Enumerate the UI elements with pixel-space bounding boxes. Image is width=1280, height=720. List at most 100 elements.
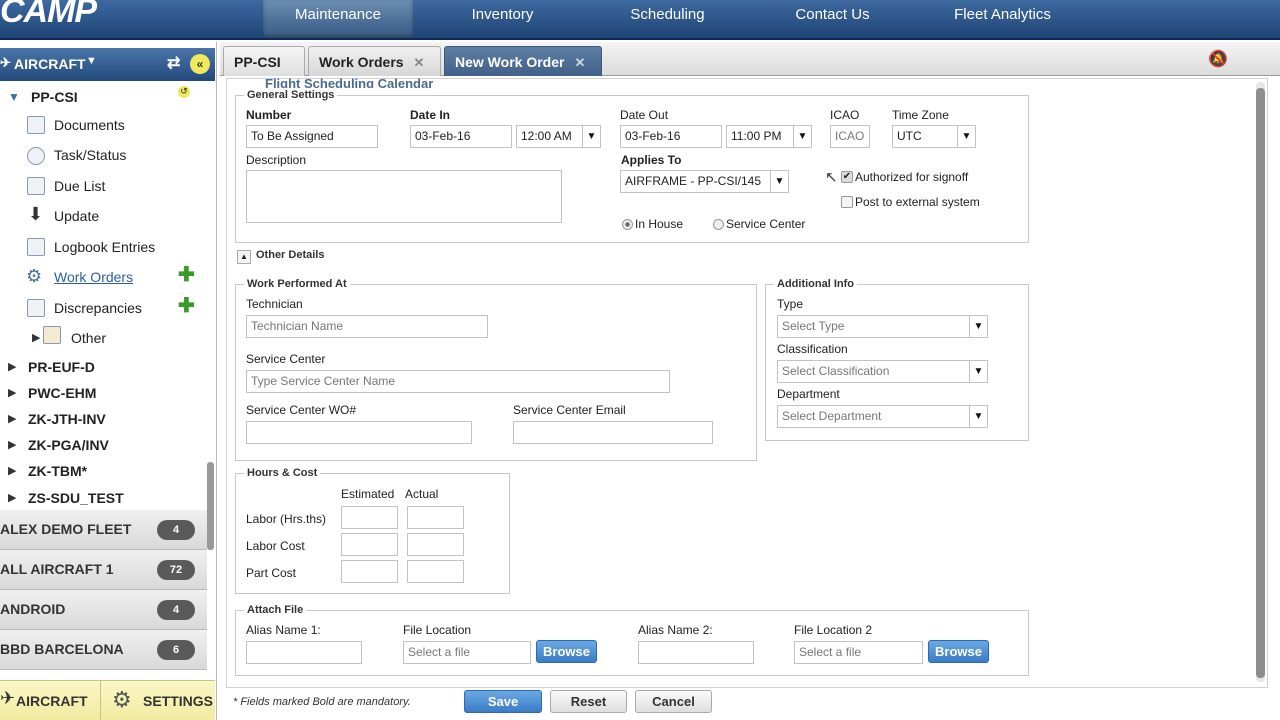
close-icon[interactable]: ✕	[574, 55, 585, 70]
labor-cost-estimated[interactable]	[341, 533, 398, 556]
time-zone-select[interactable]: UTC ▼	[892, 125, 976, 148]
time-out-select[interactable]: 11:00 PM ▼	[726, 125, 812, 148]
chevron-down-icon[interactable]: ▼	[969, 361, 987, 382]
tab-new-work-order[interactable]: New Work Order ✕	[444, 46, 602, 76]
service-center-email-input[interactable]	[513, 421, 713, 444]
caret-down-icon[interactable]: ▼	[86, 55, 97, 67]
sidebar-item-update[interactable]: Update	[54, 208, 99, 224]
sidebar-item-logbook-entries[interactable]: Logbook Entries	[54, 239, 155, 255]
tab-pp-csi[interactable]: PP-CSI	[223, 46, 305, 76]
technician-input[interactable]: Technician Name	[246, 315, 488, 338]
tree-aircraft[interactable]: ZK-JTH-INV	[28, 411, 106, 427]
refresh-icon[interactable]: ⇄	[167, 53, 180, 73]
expand-right-icon[interactable]: ▶	[32, 331, 40, 344]
sidebar-item-due-list[interactable]: Due List	[54, 178, 105, 194]
scrollbar-thumb[interactable]	[1256, 88, 1265, 678]
service-center-wo-input[interactable]	[246, 421, 472, 444]
tree-aircraft[interactable]: ZS-SDU_TEST	[28, 490, 124, 506]
sidebar-item-documents[interactable]: Documents	[54, 117, 125, 133]
other-details-toggle[interactable]: Other Details	[256, 249, 324, 261]
sidebar-item-work-orders[interactable]: Work Orders	[54, 269, 133, 285]
classification-select[interactable]: Select Classification ▼	[777, 360, 988, 383]
part-cost-actual[interactable]	[407, 560, 464, 583]
labor-hours-estimated[interactable]	[341, 506, 398, 529]
sidebar-item-task-status[interactable]: Task/Status	[54, 147, 126, 163]
expand-right-icon[interactable]: ▶	[8, 360, 16, 373]
chevron-down-icon[interactable]: ▼	[582, 126, 600, 147]
tree-aircraft[interactable]: PWC-EHM	[28, 385, 96, 401]
tree-aircraft-pp-csi[interactable]: PP-CSI	[31, 89, 78, 105]
icao-field[interactable]: ICAO	[830, 125, 870, 148]
sidebar-header-label[interactable]: AIRCRAFT	[14, 56, 86, 72]
chevron-down-icon[interactable]: ▼	[957, 126, 975, 147]
nav-contact-us[interactable]: Contact Us	[775, 0, 890, 38]
add-discrepancy-icon[interactable]: ✚	[178, 296, 195, 316]
department-select[interactable]: Select Department ▼	[777, 405, 988, 428]
collapse-up-icon[interactable]: ▲	[237, 250, 251, 264]
wrench-icon: ⚙	[26, 266, 43, 286]
fleet-group[interactable]: ANDROID 4	[0, 590, 207, 630]
browse-2-button[interactable]: Browse	[928, 640, 989, 663]
type-select[interactable]: Select Type ▼	[777, 315, 988, 338]
date-out-field[interactable]: 03-Feb-16	[620, 125, 722, 148]
fleet-count-badge: 6	[157, 640, 195, 660]
time-zone-label: Time Zone	[892, 108, 949, 122]
divider	[100, 681, 101, 720]
notification-bell-icon[interactable]: 🔕	[1208, 49, 1228, 69]
save-button[interactable]: Save	[464, 690, 542, 713]
selected-value: UTC	[897, 129, 922, 143]
file-location-2-input[interactable]: Select a file	[794, 641, 923, 664]
fleet-group[interactable]: ALL AIRCRAFT 1 72	[0, 550, 207, 590]
service-center-label: Service Center	[246, 352, 326, 366]
nav-fleet-analytics[interactable]: Fleet Analytics	[935, 0, 1070, 38]
cancel-button[interactable]: Cancel	[635, 690, 712, 713]
description-textarea[interactable]	[246, 170, 562, 223]
labor-cost-actual[interactable]	[407, 533, 464, 556]
number-field[interactable]: To Be Assigned	[246, 125, 378, 148]
sidebar-item-other[interactable]: Other	[71, 330, 106, 346]
service-center-radio[interactable]	[713, 219, 724, 230]
chevron-down-icon[interactable]: ▼	[793, 126, 811, 147]
expand-right-icon[interactable]: ▶	[8, 491, 16, 504]
sidebar-scrollbar[interactable]	[207, 462, 214, 550]
tree-aircraft[interactable]: ZK-PGA/INV	[28, 437, 109, 453]
close-icon[interactable]: ✕	[414, 55, 425, 70]
expand-triangle-icon[interactable]: ▼	[8, 90, 20, 104]
tree-aircraft[interactable]: ZK-TBM*	[28, 463, 87, 479]
authorized-checkbox[interactable]: ✔	[841, 171, 853, 183]
in-house-radio[interactable]	[622, 219, 633, 230]
chevron-down-icon[interactable]: ▼	[770, 171, 788, 192]
chevron-down-icon[interactable]: ▼	[969, 406, 987, 427]
add-work-order-icon[interactable]: ✚	[178, 265, 195, 285]
expand-right-icon[interactable]: ▶	[8, 412, 16, 425]
alias-name-2-input[interactable]	[638, 641, 754, 664]
labor-hours-actual[interactable]	[407, 506, 464, 529]
sidebar-item-discrepancies[interactable]: Discrepancies	[54, 300, 142, 316]
chevron-down-icon[interactable]: ▼	[969, 316, 987, 337]
tab-work-orders[interactable]: Work Orders ✕	[308, 46, 441, 76]
time-in-select[interactable]: 12:00 AM ▼	[516, 125, 601, 148]
section-legend: Attach File	[247, 604, 304, 616]
part-cost-estimated[interactable]	[341, 560, 398, 583]
nav-maintenance[interactable]: Maintenance	[263, 0, 413, 38]
nav-scheduling[interactable]: Scheduling	[610, 0, 725, 38]
collapse-icon[interactable]: «	[190, 54, 210, 74]
reset-button[interactable]: Reset	[550, 690, 627, 713]
fleet-group[interactable]: BBD BARCELONA 6	[0, 630, 207, 670]
nav-inventory[interactable]: Inventory	[450, 0, 555, 38]
expand-right-icon[interactable]: ▶	[8, 438, 16, 451]
fleet-group[interactable]: ALEX DEMO FLEET 4	[0, 510, 207, 550]
tree-aircraft[interactable]: PR-EUF-D	[28, 359, 95, 375]
post-external-checkbox[interactable]	[841, 196, 853, 208]
file-location-input[interactable]: Select a file	[403, 641, 531, 664]
footer-settings-button[interactable]: SETTINGS	[143, 693, 213, 709]
footer-aircraft-button[interactable]: AIRCRAFT	[16, 693, 88, 709]
applies-to-select[interactable]: AIRFRAME - PP-CSI/145 ▼	[620, 170, 789, 193]
service-center-input[interactable]: Type Service Center Name	[246, 370, 670, 393]
date-in-field[interactable]: 03-Feb-16	[410, 125, 512, 148]
browse-button[interactable]: Browse	[536, 640, 597, 663]
expand-right-icon[interactable]: ▶	[8, 464, 16, 477]
alias-name-1-input[interactable]	[246, 641, 362, 664]
selected-value: Select Department	[782, 409, 882, 423]
expand-right-icon[interactable]: ▶	[8, 386, 16, 399]
